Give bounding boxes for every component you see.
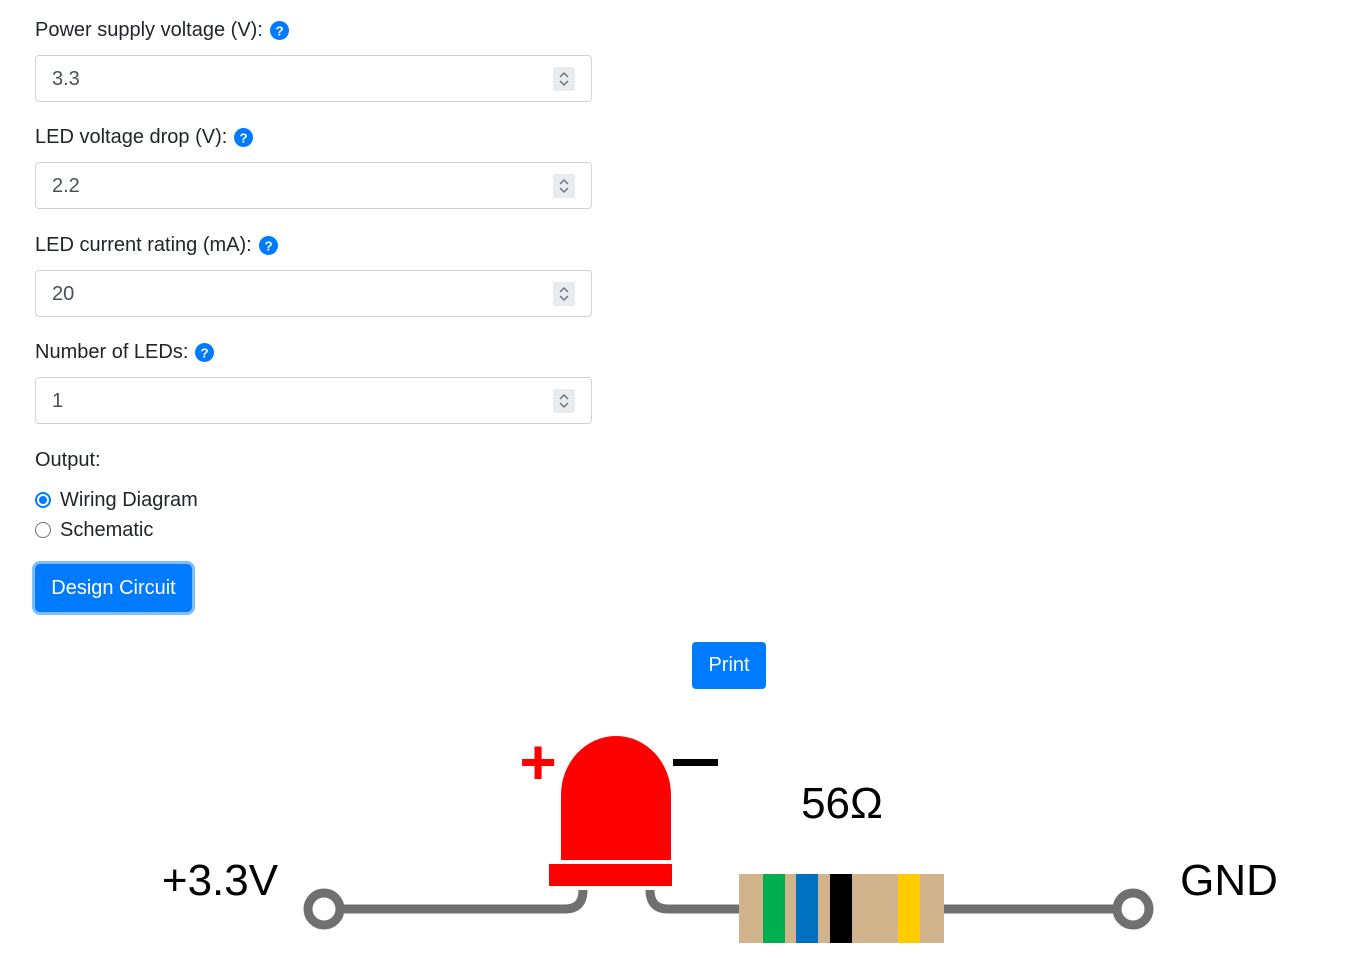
- svg-text:?: ?: [201, 345, 209, 360]
- led-base: [549, 864, 672, 886]
- up-down-chevron-icon: [559, 178, 569, 194]
- supply-voltage-value: 3.3: [52, 68, 80, 90]
- radio-wiring-diagram-label[interactable]: Wiring Diagram: [60, 488, 198, 512]
- question-circle-icon[interactable]: ?: [269, 20, 289, 40]
- resistor-band-1: [763, 874, 785, 943]
- number-of-leds-label-text: Number of LEDs:: [35, 341, 189, 363]
- supply-voltage-input[interactable]: 3.3: [35, 55, 592, 102]
- ground-terminal: [1112, 888, 1154, 930]
- supply-voltage-label: +3.3V: [162, 856, 279, 905]
- number-of-leds-input[interactable]: 1: [35, 377, 592, 424]
- led-current-value: 20: [52, 283, 75, 305]
- led-voltage-drop-label-text: LED voltage drop (V):: [35, 126, 228, 148]
- wire-supply-to-led: [324, 889, 588, 914]
- resistor-band-4: [898, 874, 920, 943]
- wire-led-to-resistor: [645, 889, 740, 914]
- question-circle-icon[interactable]: ?: [195, 342, 215, 362]
- led-voltage-drop-spinner[interactable]: [553, 174, 575, 198]
- led-plus-sign: +: [519, 726, 556, 798]
- output-label: Output:: [35, 449, 101, 471]
- ground-label: GND: [1180, 856, 1278, 905]
- led-current-spinner[interactable]: [553, 282, 575, 306]
- svg-text:?: ?: [240, 130, 248, 145]
- led-voltage-drop-value: 2.2: [52, 175, 80, 197]
- led-current-label: LED current rating (mA): ?: [35, 233, 278, 257]
- radio-schematic[interactable]: Schematic: [35, 518, 153, 542]
- svg-text:?: ?: [264, 238, 272, 253]
- led-voltage-drop-label: LED voltage drop (V): ?: [35, 125, 254, 149]
- number-of-leds-value: 1: [52, 390, 64, 412]
- resistor-band-2: [796, 874, 818, 943]
- led-minus-sign: [673, 759, 718, 766]
- supply-voltage-spinner[interactable]: [553, 67, 575, 91]
- number-of-leds-spinner[interactable]: [553, 389, 575, 413]
- led-voltage-drop-input[interactable]: 2.2: [35, 162, 592, 209]
- supply-terminal: [303, 888, 345, 930]
- print-button[interactable]: Print: [692, 642, 766, 689]
- up-down-chevron-icon: [559, 71, 569, 87]
- up-down-chevron-icon: [559, 286, 569, 302]
- led-current-input[interactable]: 20: [35, 270, 592, 317]
- question-circle-icon[interactable]: ?: [258, 235, 278, 255]
- supply-voltage-label: Power supply voltage (V): ?: [35, 18, 289, 42]
- radio-schematic-label[interactable]: Schematic: [60, 518, 153, 542]
- design-circuit-button[interactable]: Design Circuit: [35, 564, 192, 612]
- resistor-value-label: 56Ω: [801, 779, 883, 828]
- radio-wiring-diagram[interactable]: Wiring Diagram: [35, 488, 198, 512]
- number-of-leds-label: Number of LEDs: ?: [35, 340, 215, 364]
- led-dome: [561, 736, 671, 860]
- led-current-label-text: LED current rating (mA):: [35, 234, 252, 256]
- resistor-band-3: [830, 874, 852, 943]
- wiring-diagram: + +3.3V GND 56Ω: [162, 726, 1278, 943]
- supply-voltage-label-text: Power supply voltage (V):: [35, 19, 263, 41]
- radio-wiring-diagram-button[interactable]: [35, 492, 51, 508]
- question-circle-icon[interactable]: ?: [234, 127, 254, 147]
- radio-schematic-button[interactable]: [35, 522, 51, 538]
- up-down-chevron-icon: [559, 393, 569, 409]
- svg-text:?: ?: [275, 23, 283, 38]
